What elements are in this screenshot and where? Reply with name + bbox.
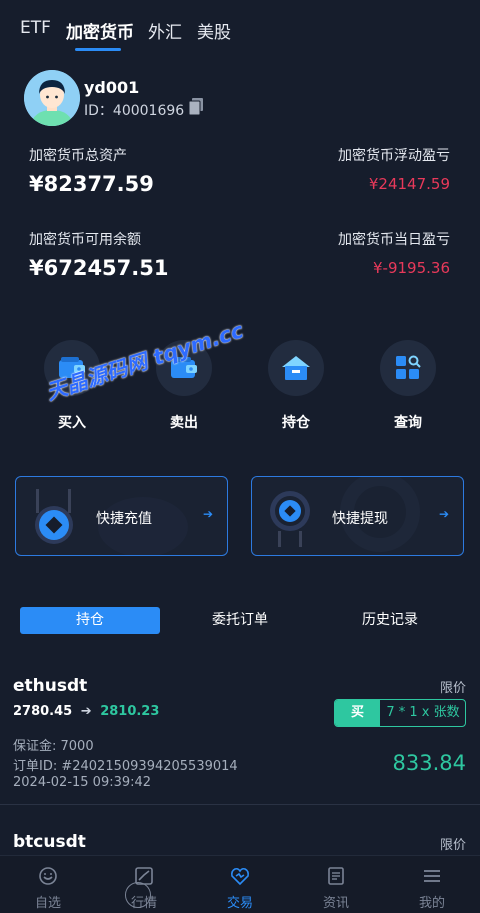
position-symbol: btcusdt [13, 832, 86, 852]
segment-pending-orders[interactable]: 委托订单 [170, 607, 310, 634]
user-id: ID：40001696 [84, 103, 185, 119]
copy-icon[interactable] [188, 98, 204, 116]
arrow-right-icon: ➔ [202, 507, 213, 521]
nav-trade[interactable]: 交易 [192, 856, 288, 913]
size-text: 7 * 1 x 张数 [386, 705, 460, 720]
position-symbol: ethusdt [13, 676, 88, 696]
divider [0, 804, 480, 805]
arrow-right-icon: ➔ [438, 507, 449, 521]
nav-watchlist[interactable]: 自选 [0, 856, 96, 913]
segment-history[interactable]: 历史记录 [320, 607, 460, 634]
avatar[interactable] [24, 70, 80, 126]
tab-crypto[interactable]: 加密货币 [66, 18, 134, 43]
floating-pl-label: 加密货币浮动盈亏 [338, 148, 450, 164]
coin-icon [35, 489, 73, 544]
house-icon [268, 340, 324, 396]
news-icon [328, 867, 344, 885]
price-change: 2780.45 ➔ 2810.23 [13, 704, 159, 719]
holdings-button[interactable]: 持仓 [268, 340, 324, 432]
arrow-right-icon: ➔ [80, 704, 92, 719]
username: yd001 [84, 78, 140, 97]
total-assets-label: 加密货币总资产 [29, 148, 127, 164]
current-price: 2810.23 [100, 704, 160, 719]
quick-withdraw-card[interactable]: 快捷提现 ➔ [251, 476, 464, 556]
quick-deposit-label: 快捷充值 [96, 511, 152, 527]
quick-withdraw-label: 快捷提现 [332, 511, 388, 527]
quick-deposit-card[interactable]: 快捷充值 ➔ [15, 476, 228, 556]
total-assets-value: ¥82377.59 [29, 172, 154, 196]
tab-etf[interactable]: ETF [20, 18, 51, 38]
order-type: 限价 [439, 681, 466, 696]
bottom-nav: 自选 行情 交易 资讯 我的 [0, 855, 480, 913]
order-type: 限价 [439, 838, 466, 853]
nav-news[interactable]: 资讯 [288, 856, 384, 913]
margin-text: 保证金: 7000 [13, 739, 94, 754]
nav-trade-label: 交易 [226, 896, 253, 911]
order-id-text: 订单ID: #24021509394205539014 [13, 759, 238, 774]
segment-holdings[interactable]: 持仓 [20, 607, 160, 634]
floating-pl-value: ¥24147.59 [368, 175, 450, 193]
tab-us-stocks[interactable]: 美股 [197, 18, 231, 43]
nav-news-label: 资讯 [322, 896, 349, 911]
market-tabs: ETF 加密货币 外汇 美股 [0, 0, 480, 56]
coin-icon [270, 491, 310, 547]
nav-mine[interactable]: 我的 [384, 856, 480, 913]
active-tab-indicator [75, 48, 121, 51]
available-balance-label: 加密货币可用余额 [29, 232, 141, 248]
available-balance-value: ¥672457.51 [29, 256, 169, 280]
daily-pl-label: 加密货币当日盈亏 [338, 232, 450, 248]
nav-watchlist-label: 自选 [34, 896, 61, 911]
circle-decoration [125, 882, 151, 908]
sell-label: 卖出 [170, 415, 198, 431]
buy-label: 买入 [58, 415, 86, 431]
nav-market[interactable]: 行情 [96, 856, 192, 913]
trade-icon [231, 867, 249, 886]
nav-mine-label: 我的 [418, 896, 445, 911]
pnl-value: 833.84 [392, 751, 466, 775]
holdings-label: 持仓 [282, 415, 310, 431]
query-button[interactable]: 查询 [380, 340, 436, 432]
grid-search-icon [380, 340, 436, 396]
tab-forex[interactable]: 外汇 [148, 18, 182, 43]
query-label: 查询 [394, 415, 422, 431]
daily-pl-value: ¥-9195.36 [373, 259, 450, 277]
menu-icon [424, 870, 440, 882]
side-badge: 买 [335, 700, 380, 726]
order-time-text: 2024-02-15 09:39:42 [13, 775, 152, 790]
order-size-badge: 买 7 * 1 x 张数 [334, 699, 466, 727]
smile-icon [39, 867, 57, 885]
open-price: 2780.45 [13, 704, 73, 719]
